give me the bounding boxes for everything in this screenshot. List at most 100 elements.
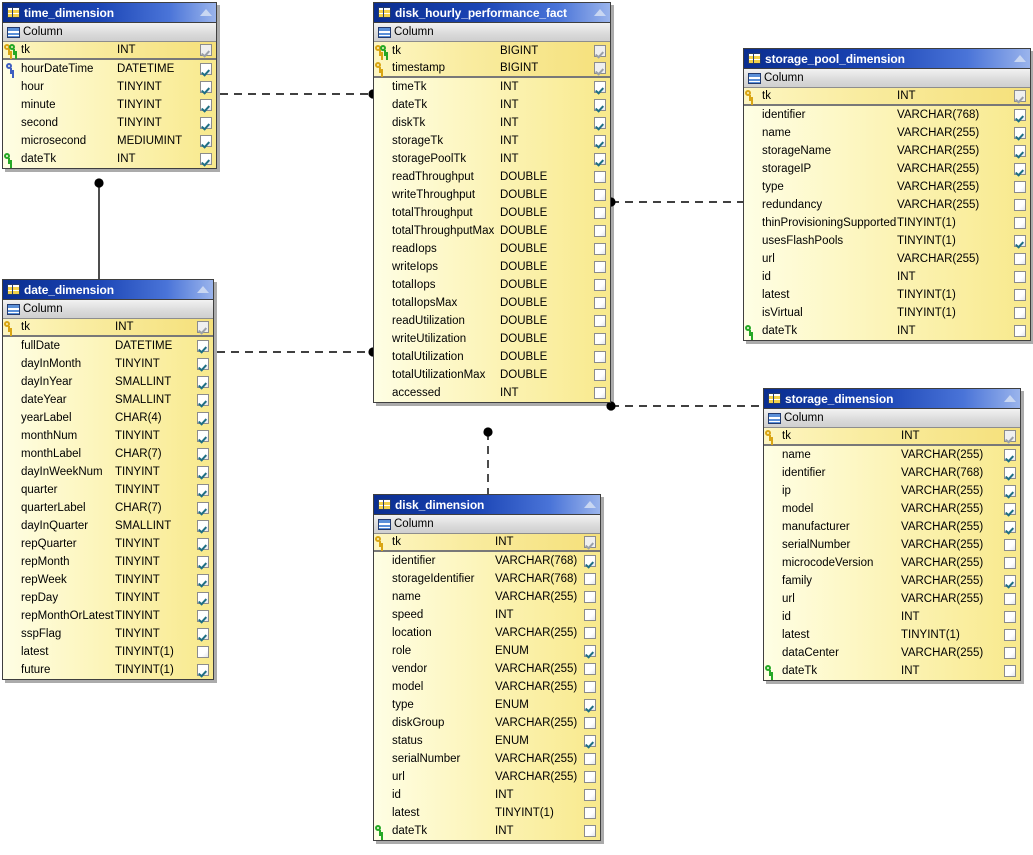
column-checkbox[interactable] [1014,270,1026,283]
checkbox-icon[interactable] [1004,484,1016,497]
column-checkbox[interactable] [594,350,606,363]
checkbox-icon[interactable] [1014,198,1026,211]
checkbox-icon[interactable] [197,645,209,658]
checkbox-icon[interactable] [200,43,212,56]
checkbox-icon[interactable] [594,134,606,147]
checkbox-icon[interactable] [1014,270,1026,283]
column-checkbox[interactable] [1004,448,1016,461]
column-checkbox[interactable] [594,134,606,147]
checkbox-icon[interactable] [197,393,209,406]
checkbox-icon[interactable] [1014,108,1026,121]
checkbox-icon[interactable] [200,116,212,129]
checkbox-icon[interactable] [594,368,606,381]
checkbox-icon[interactable] [584,716,596,729]
checkbox-icon[interactable] [197,339,209,352]
table-title-bar[interactable]: date_dimension [3,280,213,300]
column-checkbox[interactable] [584,680,596,693]
checkbox-icon[interactable] [584,734,596,747]
column-checkbox[interactable] [594,386,606,399]
checkbox-icon[interactable] [1004,502,1016,515]
collapse-triangle-icon[interactable] [1003,393,1017,404]
collapse-triangle-icon[interactable] [583,499,597,510]
column-group-header[interactable]: Column [764,409,1020,428]
column-checkbox[interactable] [1014,252,1026,265]
column-checkbox[interactable] [594,368,606,381]
collapse-triangle-icon[interactable] [593,7,607,18]
column-checkbox[interactable] [197,465,209,478]
column-checkbox[interactable] [197,375,209,388]
column-checkbox[interactable] [594,152,606,165]
column-checkbox[interactable] [584,554,596,567]
column-checkbox[interactable] [197,627,209,640]
checkbox-icon[interactable] [1004,628,1016,641]
checkbox-icon[interactable] [197,609,209,622]
column-checkbox[interactable] [594,188,606,201]
checkbox-icon[interactable] [1004,466,1016,479]
checkbox-icon[interactable] [1004,646,1016,659]
column-checkbox[interactable] [594,278,606,291]
checkbox-icon[interactable] [584,644,596,657]
column-checkbox[interactable] [594,116,606,129]
column-checkbox[interactable] [594,206,606,219]
checkbox-icon[interactable] [594,314,606,327]
checkbox-icon[interactable] [1014,288,1026,301]
column-checkbox[interactable] [197,501,209,514]
checkbox-icon[interactable] [197,537,209,550]
checkbox-icon[interactable] [584,680,596,693]
column-checkbox[interactable] [1014,108,1026,121]
column-checkbox[interactable] [594,44,606,57]
checkbox-icon[interactable] [197,320,209,333]
column-checkbox[interactable] [594,242,606,255]
checkbox-icon[interactable] [1014,126,1026,139]
checkbox-icon[interactable] [197,429,209,442]
checkbox-icon[interactable] [594,260,606,273]
column-checkbox[interactable] [197,519,209,532]
column-group-header[interactable]: Column [374,515,600,534]
column-checkbox[interactable] [594,80,606,93]
checkbox-icon[interactable] [200,134,212,147]
column-checkbox[interactable] [584,698,596,711]
checkbox-icon[interactable] [594,278,606,291]
column-checkbox[interactable] [197,573,209,586]
collapse-triangle-icon[interactable] [199,7,213,18]
column-checkbox[interactable] [594,260,606,273]
column-checkbox[interactable] [197,339,209,352]
checkbox-icon[interactable] [1004,538,1016,551]
checkbox-icon[interactable] [1014,306,1026,319]
column-checkbox[interactable] [200,62,212,75]
column-checkbox[interactable] [197,357,209,370]
column-checkbox[interactable] [197,663,209,676]
column-checkbox[interactable] [584,806,596,819]
checkbox-icon[interactable] [200,152,212,165]
checkbox-icon[interactable] [1014,252,1026,265]
checkbox-icon[interactable] [584,770,596,783]
checkbox-icon[interactable] [584,554,596,567]
checkbox-icon[interactable] [594,98,606,111]
column-checkbox[interactable] [200,80,212,93]
checkbox-icon[interactable] [197,447,209,460]
column-checkbox[interactable] [1014,126,1026,139]
column-checkbox[interactable] [1014,198,1026,211]
checkbox-icon[interactable] [197,519,209,532]
column-checkbox[interactable] [197,555,209,568]
column-checkbox[interactable] [1004,646,1016,659]
checkbox-icon[interactable] [1014,216,1026,229]
checkbox-icon[interactable] [1014,180,1026,193]
checkbox-icon[interactable] [594,80,606,93]
column-group-header[interactable]: Column [3,23,216,42]
checkbox-icon[interactable] [594,350,606,363]
column-checkbox[interactable] [1004,628,1016,641]
column-checkbox[interactable] [1004,592,1016,605]
column-checkbox[interactable] [594,224,606,237]
column-checkbox[interactable] [1014,144,1026,157]
checkbox-icon[interactable] [200,98,212,111]
column-checkbox[interactable] [1014,216,1026,229]
column-checkbox[interactable] [197,320,209,333]
column-checkbox[interactable] [200,134,212,147]
checkbox-icon[interactable] [1004,429,1016,442]
column-checkbox[interactable] [584,824,596,837]
column-checkbox[interactable] [197,483,209,496]
column-checkbox[interactable] [197,537,209,550]
column-checkbox[interactable] [584,535,596,548]
checkbox-icon[interactable] [1014,89,1026,102]
